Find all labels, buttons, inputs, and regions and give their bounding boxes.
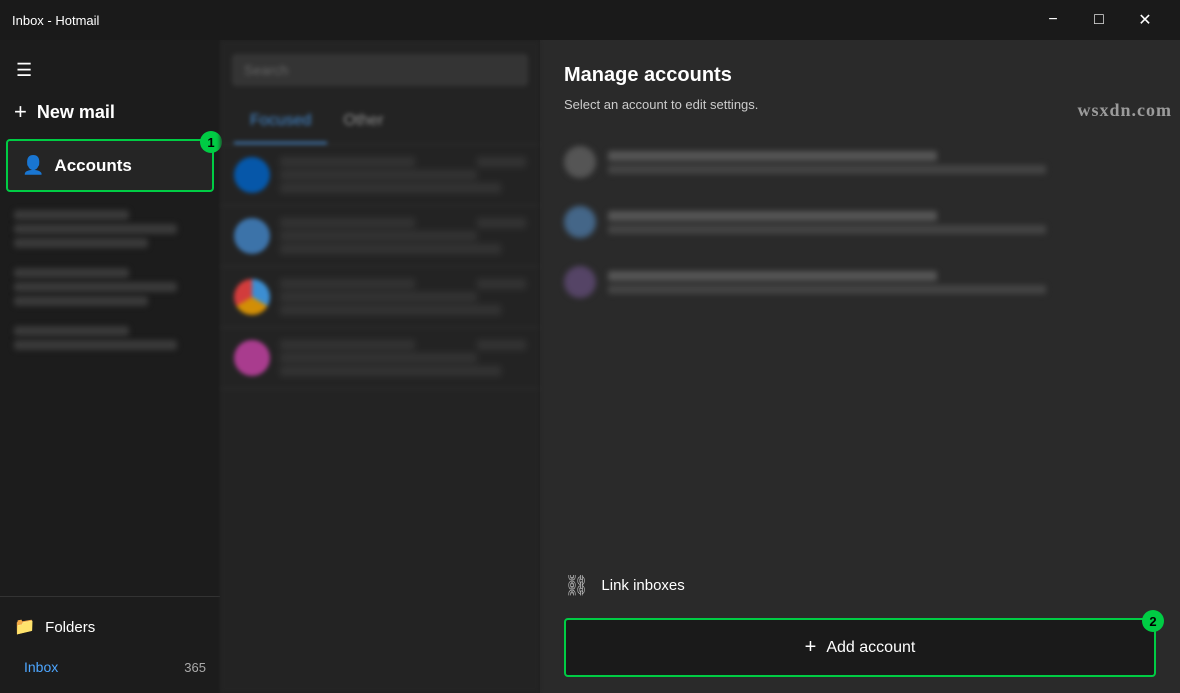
account-avatar xyxy=(564,146,596,178)
maximize-button[interactable]: □ xyxy=(1076,4,1122,36)
blurred-subject xyxy=(280,170,477,180)
add-account-button[interactable]: + Add account 2 xyxy=(564,618,1156,677)
list-item[interactable] xyxy=(220,267,540,328)
inbox-badge: 365 xyxy=(184,660,206,675)
blurred-preview xyxy=(14,296,148,306)
list-item[interactable] xyxy=(0,200,220,258)
list-item[interactable] xyxy=(220,145,540,206)
avatar xyxy=(234,157,270,193)
account-avatar xyxy=(564,266,596,298)
tab-other[interactable]: Other xyxy=(327,100,399,144)
titlebar: Inbox - Hotmail − □ ✕ xyxy=(0,0,1180,40)
blurred-sender xyxy=(14,210,129,220)
sidebar: ☰ + New mail 👤 Accounts 1 xyxy=(0,40,220,693)
folders-label: Folders xyxy=(45,619,95,636)
blurred-time xyxy=(477,157,526,167)
blurred-sender xyxy=(280,279,415,289)
blurred-account-name xyxy=(608,151,937,161)
blurred-subject xyxy=(280,292,477,302)
list-item[interactable] xyxy=(0,316,220,364)
new-mail-label: New mail xyxy=(37,102,115,123)
sidebar-item-inbox[interactable]: Inbox 365 xyxy=(0,649,220,685)
new-mail-button[interactable]: + New mail xyxy=(0,89,220,135)
blurred-account-email xyxy=(608,225,1046,234)
blurred-preview xyxy=(280,305,501,315)
blurred-account-name xyxy=(608,271,937,281)
hamburger-button[interactable]: ☰ xyxy=(12,56,36,85)
accounts-label: Accounts xyxy=(54,156,131,176)
person-icon: 👤 xyxy=(22,155,44,176)
blurred-subject xyxy=(14,224,177,234)
accounts-badge: 1 xyxy=(200,131,222,153)
list-item[interactable] xyxy=(220,206,540,267)
blurred-time xyxy=(477,279,526,289)
search-input[interactable] xyxy=(232,54,528,86)
blurred-preview xyxy=(280,366,501,376)
add-account-plus-icon: + xyxy=(805,636,817,659)
minimize-button[interactable]: − xyxy=(1030,4,1076,36)
watermark-text: wsxdn.com xyxy=(1077,100,1172,121)
blurred-subject xyxy=(280,353,477,363)
accounts-item[interactable]: 👤 Accounts 1 xyxy=(6,139,214,192)
add-account-badge: 2 xyxy=(1142,610,1164,632)
email-panel: Focused Other xyxy=(220,40,540,693)
sidebar-email-list xyxy=(0,196,220,596)
blurred-sender xyxy=(280,218,415,228)
blurred-preview xyxy=(280,183,501,193)
link-inboxes-button[interactable]: ⛓ Link inboxes xyxy=(564,561,1156,610)
inbox-label: Inbox xyxy=(24,659,58,675)
blurred-account-email xyxy=(608,165,1046,174)
list-item[interactable] xyxy=(540,252,1180,312)
link-icon: ⛓ xyxy=(564,573,589,598)
accounts-panel-footer: ⛓ Link inboxes + Add account 2 xyxy=(540,545,1180,693)
folder-icon: 📁 xyxy=(14,617,35,637)
sidebar-item-folders[interactable]: 📁 Folders xyxy=(0,605,220,649)
blurred-subject xyxy=(280,231,477,241)
window-controls: − □ ✕ xyxy=(1030,4,1168,36)
sidebar-bottom: 📁 Folders Inbox 365 xyxy=(0,596,220,693)
account-avatar xyxy=(564,206,596,238)
blurred-subject xyxy=(14,282,177,292)
search-bar xyxy=(220,40,540,100)
main-layout: ☰ + New mail 👤 Accounts 1 xyxy=(0,40,1180,693)
window-title: Inbox - Hotmail xyxy=(12,13,99,28)
link-inboxes-label: Link inboxes xyxy=(601,577,684,594)
avatar xyxy=(234,218,270,254)
add-account-label: Add account xyxy=(826,639,915,657)
new-mail-plus-icon: + xyxy=(14,99,27,125)
list-item[interactable] xyxy=(540,192,1180,252)
blurred-time xyxy=(477,218,526,228)
tab-focused[interactable]: Focused xyxy=(234,100,327,144)
sidebar-top: ☰ xyxy=(0,48,220,89)
tabs-row: Focused Other xyxy=(220,100,540,145)
blurred-sender xyxy=(14,268,129,278)
blurred-time xyxy=(477,340,526,350)
blurred-subject xyxy=(14,340,177,350)
blurred-account-email xyxy=(608,285,1046,294)
list-item[interactable] xyxy=(540,132,1180,192)
avatar xyxy=(234,279,270,315)
watermark: wsxdn.com xyxy=(980,80,1180,140)
avatar xyxy=(234,340,270,376)
blurred-sender xyxy=(280,157,415,167)
close-button[interactable]: ✕ xyxy=(1122,4,1168,36)
blurred-sender xyxy=(14,326,129,336)
email-list xyxy=(220,145,540,693)
list-item[interactable] xyxy=(0,258,220,316)
blurred-preview xyxy=(280,244,501,254)
list-item[interactable] xyxy=(220,328,540,389)
blurred-preview xyxy=(14,238,148,248)
accounts-list xyxy=(540,124,1180,545)
blurred-account-name xyxy=(608,211,937,221)
blurred-sender xyxy=(280,340,415,350)
hamburger-icon: ☰ xyxy=(16,60,32,81)
